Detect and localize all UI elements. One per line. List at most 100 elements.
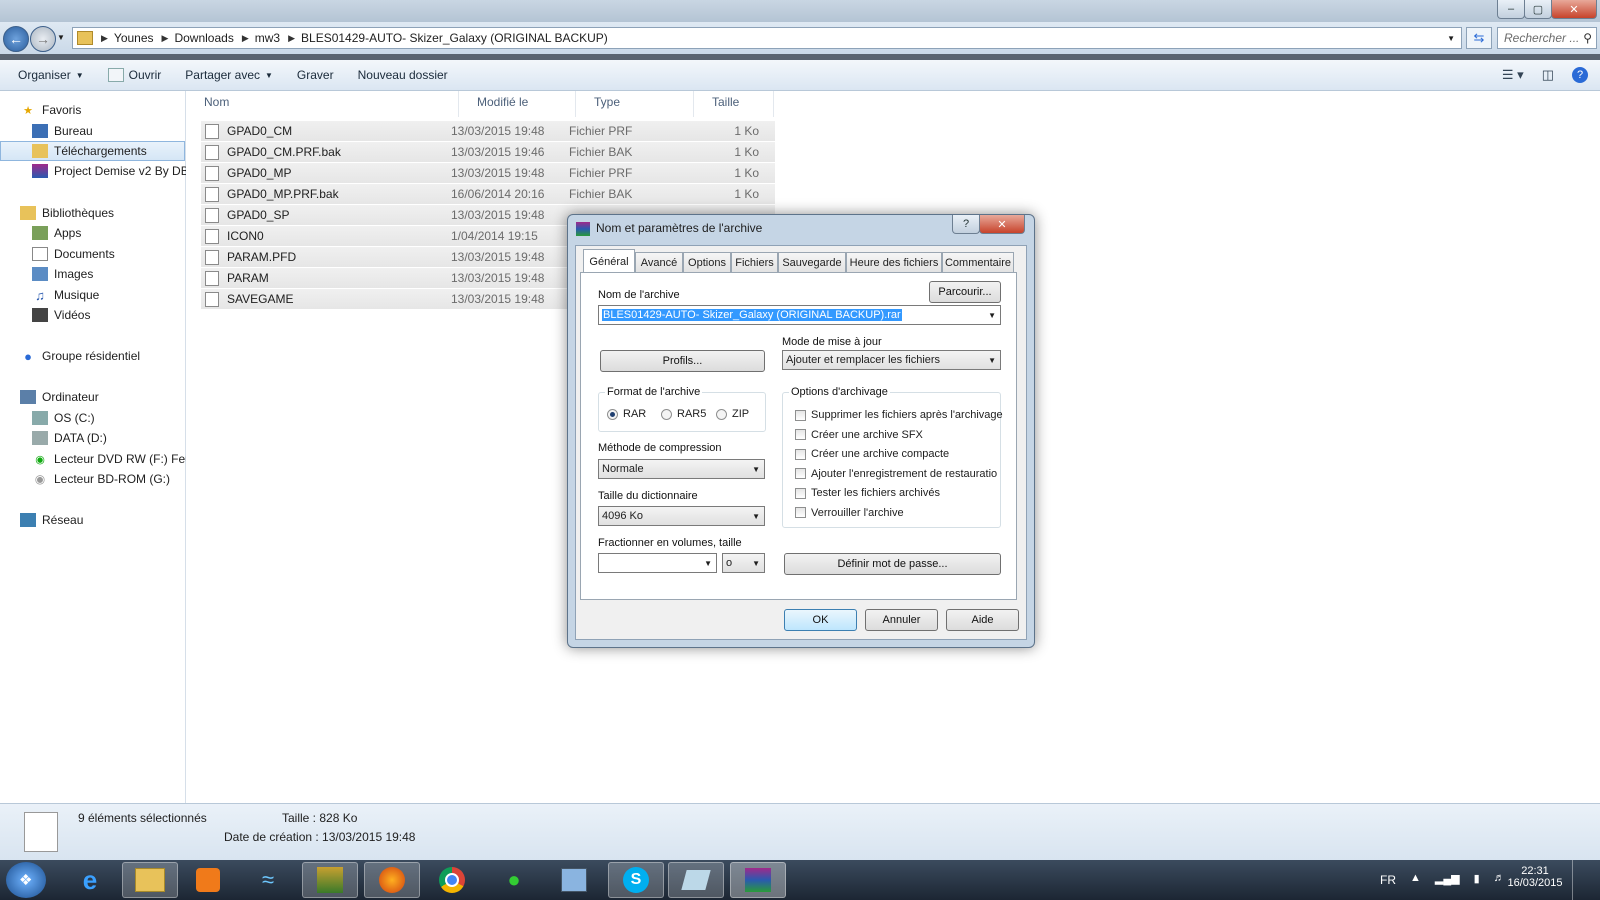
- dictionary-size-select[interactable]: 4096 Ko ▼: [598, 506, 765, 526]
- file-row[interactable]: GPAD0_CM 13/03/2015 19:48 Fichier PRF 1 Ko: [201, 121, 775, 142]
- format-zip-radio[interactable]: ZIP: [716, 408, 749, 420]
- maximize-button[interactable]: ▢: [1524, 0, 1552, 19]
- taskbar-chrome[interactable]: [424, 862, 480, 898]
- tab-advanced[interactable]: Avancé: [635, 252, 683, 272]
- nav-libraries[interactable]: Bibliothèques: [0, 203, 205, 223]
- organize-menu[interactable]: Organiser ▼: [0, 68, 96, 82]
- breadcrumb-current-folder[interactable]: BLES01429-AUTO- Skizer_Galaxy (ORIGINAL …: [301, 31, 608, 45]
- taskbar-app-wave[interactable]: ≈: [240, 862, 296, 898]
- nav-music[interactable]: ♫ Musique: [0, 285, 217, 305]
- set-password-button[interactable]: Définir mot de passe...: [784, 553, 1001, 575]
- cancel-button[interactable]: Annuler: [865, 609, 938, 631]
- taskbar-ie[interactable]: e: [62, 862, 118, 898]
- nav-data-drive[interactable]: DATA (D:): [0, 428, 217, 448]
- taskbar-network-app[interactable]: [546, 862, 602, 898]
- browse-button[interactable]: Parcourir...: [929, 281, 1001, 303]
- help-icon[interactable]: ?: [1572, 67, 1588, 83]
- nav-os-drive[interactable]: OS (C:): [0, 408, 217, 428]
- burn-button[interactable]: Graver: [285, 68, 346, 82]
- traffic-light-icon: ●: [507, 867, 521, 892]
- file-row[interactable]: GPAD0_CM.PRF.bak 13/03/2015 19:46 Fichier …: [201, 142, 775, 163]
- file-row[interactable]: GPAD0_MP 13/03/2015 19:48 Fichier PRF 1 Ko: [201, 163, 775, 184]
- close-window-button[interactable]: ✕: [1551, 0, 1597, 19]
- split-unit-select[interactable]: o ▼: [722, 553, 765, 573]
- column-header-type[interactable]: Type: [576, 91, 694, 117]
- archiving-option-checkbox[interactable]: Tester les fichiers archivés: [795, 487, 940, 499]
- refresh-button[interactable]: ⇆: [1466, 27, 1492, 49]
- new-folder-button[interactable]: Nouveau dossier: [346, 68, 460, 82]
- taskbar-media-player[interactable]: [180, 862, 236, 898]
- compression-method-select[interactable]: Normale ▼: [598, 459, 765, 479]
- taskbar-explorer[interactable]: [122, 862, 178, 898]
- format-rar5-radio[interactable]: RAR5: [661, 408, 706, 420]
- tab-backup[interactable]: Sauvegarde: [778, 252, 846, 272]
- ok-button[interactable]: OK: [784, 609, 857, 631]
- archive-name-input[interactable]: BLES01429-AUTO- Skizer_Galaxy (ORIGINAL …: [598, 305, 1001, 325]
- nav-downloads[interactable]: Téléchargements: [0, 141, 185, 161]
- nav-project[interactable]: Project Demise v2 By DBD: [0, 161, 217, 181]
- taskbar-game[interactable]: [302, 862, 358, 898]
- back-button[interactable]: ←: [3, 26, 29, 52]
- taskbar-firefox[interactable]: [364, 862, 420, 898]
- split-volumes-input[interactable]: ▼: [598, 553, 717, 573]
- taskbar-traffic-light[interactable]: ●: [486, 862, 542, 898]
- power-icon[interactable]: ▮: [1474, 872, 1480, 885]
- archiving-option-checkbox[interactable]: Verrouiller l'archive: [795, 507, 904, 519]
- file-row[interactable]: GPAD0_MP.PRF.bak 16/06/2014 20:16 Fichier …: [201, 184, 775, 205]
- archiving-option-checkbox[interactable]: Ajouter l'enregistrement de restauratio: [795, 468, 997, 480]
- column-header-size[interactable]: Taille: [694, 91, 774, 117]
- archiving-option-checkbox[interactable]: Créer une archive compacte: [795, 448, 949, 460]
- profiles-button[interactable]: Profils...: [600, 350, 765, 372]
- minimize-button[interactable]: –: [1497, 0, 1525, 19]
- nav-videos[interactable]: Vidéos: [0, 305, 217, 325]
- nav-apps[interactable]: Apps: [0, 223, 217, 243]
- search-input[interactable]: Rechercher ... ⚲: [1497, 27, 1597, 49]
- volume-icon[interactable]: ♬: [1494, 872, 1505, 885]
- address-dropdown-icon[interactable]: ▼: [1447, 34, 1455, 43]
- show-hidden-icons-icon[interactable]: ▲: [1410, 872, 1421, 885]
- forward-button[interactable]: →: [30, 26, 56, 52]
- dialog-help-button[interactable]: ?: [952, 215, 980, 234]
- open-button[interactable]: Ouvrir: [96, 68, 174, 82]
- archiving-option-checkbox[interactable]: Supprimer les fichiers après l'archivage: [795, 409, 1003, 421]
- help-dialog-button[interactable]: Aide: [946, 609, 1019, 631]
- dialog-close-button[interactable]: ✕: [979, 215, 1025, 234]
- taskbar-notepad[interactable]: [668, 862, 724, 898]
- column-header-name[interactable]: Nom: [186, 91, 459, 117]
- nav-images[interactable]: Images: [0, 264, 217, 284]
- nav-documents[interactable]: Documents: [0, 244, 217, 264]
- update-mode-select[interactable]: Ajouter et remplacer les fichiers ▼: [782, 350, 1001, 370]
- signal-strength-icon[interactable]: ▂▄▆: [1435, 872, 1460, 885]
- tab-general[interactable]: Général: [583, 249, 635, 273]
- share-menu[interactable]: Partager avec ▼: [173, 68, 285, 82]
- view-options-icon[interactable]: ☰ ▾: [1502, 67, 1524, 83]
- tab-options[interactable]: Options: [683, 252, 731, 272]
- format-rar-radio[interactable]: RAR: [607, 408, 646, 420]
- recent-pages-chevron-icon[interactable]: ▼: [57, 33, 65, 42]
- nav-network[interactable]: Réseau: [0, 510, 205, 530]
- breadcrumb-separator-icon: ▶: [161, 32, 169, 43]
- nav-desktop[interactable]: Bureau: [0, 121, 217, 141]
- tab-comment[interactable]: Commentaire: [942, 252, 1014, 272]
- tab-file-time[interactable]: Heure des fichiers: [846, 252, 942, 272]
- start-button[interactable]: ❖: [6, 862, 46, 898]
- language-indicator[interactable]: FR: [1380, 873, 1396, 887]
- breadcrumb-younes[interactable]: Younes: [114, 31, 154, 45]
- nav-dvd-drive[interactable]: ◉ Lecteur DVD RW (F:) Feu V: [0, 449, 217, 469]
- clock[interactable]: 22:31 16/03/2015: [1505, 865, 1565, 889]
- tab-files[interactable]: Fichiers: [731, 252, 778, 272]
- nav-favorites[interactable]: ★ Favoris: [0, 100, 205, 120]
- taskbar-skype[interactable]: S: [608, 862, 664, 898]
- address-input[interactable]: ▶ Younes ▶ Downloads ▶ mw3 ▶ BLES01429-AUTO-…: [72, 27, 1462, 49]
- nav-computer[interactable]: Ordinateur: [0, 387, 205, 407]
- breadcrumb-downloads[interactable]: Downloads: [174, 31, 233, 45]
- preview-pane-icon[interactable]: ◫: [1542, 67, 1554, 83]
- breadcrumb-mw3[interactable]: mw3: [255, 31, 280, 45]
- column-header-modified[interactable]: Modifié le: [459, 91, 576, 117]
- nav-homegroup[interactable]: ● Groupe résidentiel: [0, 346, 205, 366]
- archiving-option-checkbox[interactable]: Créer une archive SFX: [795, 429, 923, 441]
- file-name: GPAD0_CM.PRF.bak: [227, 145, 341, 159]
- taskbar-winrar[interactable]: [730, 862, 786, 898]
- nav-bd-drive[interactable]: ◉ Lecteur BD-ROM (G:): [0, 469, 217, 489]
- show-desktop-button[interactable]: [1572, 860, 1600, 900]
